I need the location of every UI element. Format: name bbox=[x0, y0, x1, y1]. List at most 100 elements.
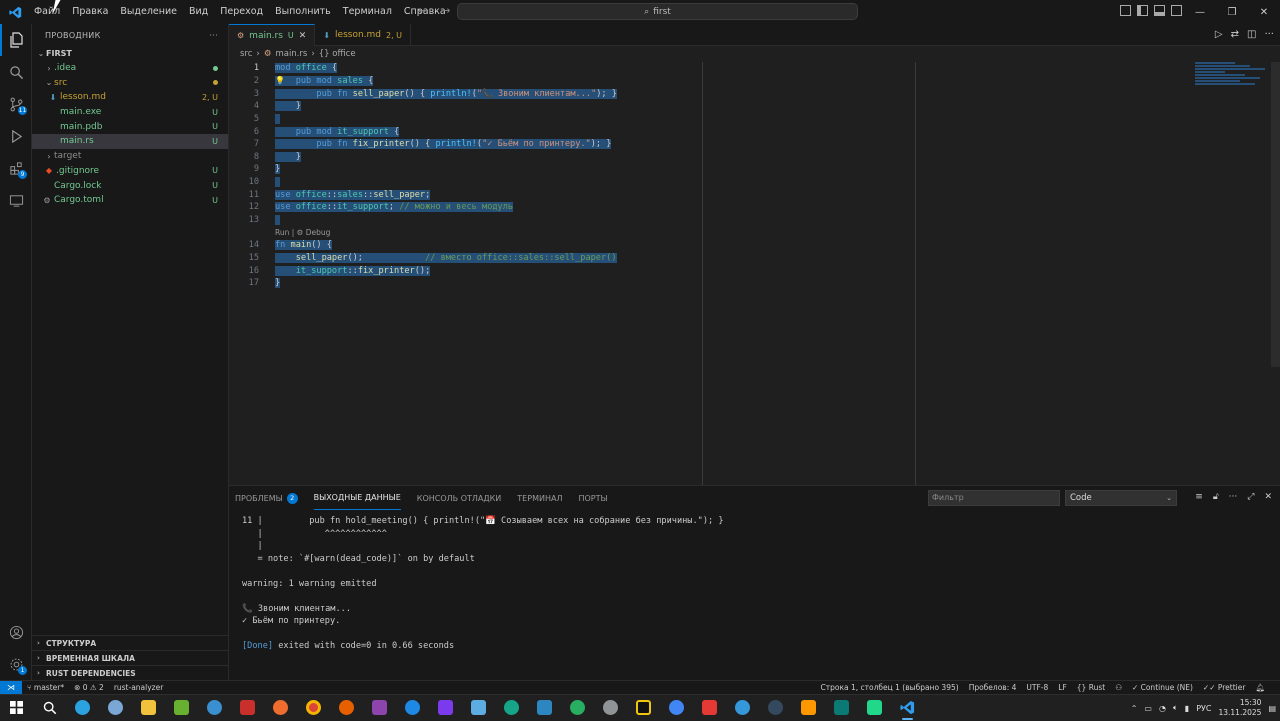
search-activity-icon[interactable] bbox=[0, 56, 32, 88]
explorer-icon[interactable] bbox=[0, 24, 32, 56]
copilot-icon[interactable]: ⚇ bbox=[1110, 683, 1127, 692]
notifications-bell-icon[interactable]: 🔔︎ bbox=[1250, 683, 1270, 692]
prettier-status[interactable]: ✓✓ Prettier bbox=[1198, 683, 1251, 692]
lock-scroll-icon[interactable]: 🔓︎ bbox=[1213, 492, 1219, 502]
volume-icon[interactable]: 🔈︎ bbox=[1173, 703, 1178, 713]
app-icon-sky[interactable] bbox=[726, 695, 759, 721]
codelens-run-debug[interactable]: Run | ⚙ Debug bbox=[229, 226, 1269, 239]
wifi-icon[interactable]: ◔ bbox=[1159, 704, 1166, 713]
encoding[interactable]: UTF-8 bbox=[1021, 683, 1053, 692]
tab-terminal[interactable]: ТЕРМИНАЛ bbox=[517, 486, 562, 510]
tree-item-idea[interactable]: › .idea bbox=[32, 61, 228, 76]
maximize-panel-icon[interactable]: ⤢ bbox=[1247, 492, 1254, 502]
clock[interactable]: 15:30 13.11.2025 bbox=[1218, 698, 1261, 718]
filezilla-icon[interactable] bbox=[231, 695, 264, 721]
back-arrow-icon[interactable]: ← bbox=[418, 4, 427, 17]
tree-item-main-exe[interactable]: main.exe U bbox=[32, 105, 228, 120]
network-tray-icon[interactable]: ▭ bbox=[1144, 704, 1152, 713]
run-icon[interactable]: ▷ bbox=[1215, 29, 1223, 40]
tree-item-gitignore[interactable]: ◆ .gitignore U bbox=[32, 164, 228, 179]
minimize-icon[interactable]: — bbox=[1184, 0, 1216, 24]
globe-app-icon[interactable] bbox=[561, 695, 594, 721]
source-control-icon[interactable]: 11 bbox=[0, 88, 32, 120]
more-actions-icon[interactable]: ··· bbox=[1229, 492, 1238, 502]
command-center-search[interactable]: ⌕ first bbox=[457, 3, 858, 20]
windows-start-icon[interactable] bbox=[0, 695, 33, 721]
manage-gear-icon[interactable]: 1 bbox=[0, 648, 32, 680]
tree-item-cargo-lock[interactable]: Cargo.lock U bbox=[32, 178, 228, 193]
lightbulb-icon[interactable]: 💡 bbox=[275, 76, 285, 85]
network-icon[interactable] bbox=[198, 695, 231, 721]
app-icon-blue[interactable] bbox=[396, 695, 429, 721]
clear-output-icon[interactable]: ≡ bbox=[1195, 492, 1203, 502]
tree-item-cargo-toml[interactable]: ⚙ Cargo.toml U bbox=[32, 193, 228, 208]
tab-main-rs[interactable]: ⚙ main.rs U ✕ bbox=[229, 24, 316, 46]
close-panel-icon[interactable]: ✕ bbox=[1264, 492, 1272, 502]
vscode-taskbar-icon[interactable] bbox=[891, 695, 924, 721]
output-filter-input[interactable]: Фильтр bbox=[928, 490, 1060, 506]
input-language[interactable]: РУС bbox=[1196, 704, 1211, 713]
edge-icon[interactable] bbox=[495, 695, 528, 721]
code-editor[interactable]: 1 mod office {2 pub mod sales {💡 3 pub fn … bbox=[229, 62, 1269, 290]
notepad-icon[interactable] bbox=[165, 695, 198, 721]
close-window-icon[interactable]: ✕ bbox=[1248, 0, 1280, 24]
indentation[interactable]: Пробелов: 4 bbox=[964, 683, 1022, 692]
editor-scrollbar[interactable] bbox=[1271, 62, 1280, 367]
folder-root[interactable]: ⌄ FIRST bbox=[32, 46, 228, 61]
section-outline[interactable]: › СТРУКТУРА bbox=[32, 635, 229, 650]
continue-status[interactable]: ✓ Continue (NE) bbox=[1127, 683, 1198, 692]
browser-icon[interactable] bbox=[99, 695, 132, 721]
tree-item-src[interactable]: ⌄ src bbox=[32, 75, 228, 90]
menu-selection[interactable]: Выделение bbox=[114, 0, 183, 24]
winamp-icon[interactable] bbox=[627, 695, 660, 721]
run-debug-icon[interactable] bbox=[0, 120, 32, 152]
chrome-icon[interactable] bbox=[297, 695, 330, 721]
minimap[interactable] bbox=[1195, 62, 1270, 88]
tray-chevron-up-icon[interactable]: ⌃ bbox=[1131, 704, 1138, 713]
more-actions-icon[interactable]: ··· bbox=[209, 31, 218, 40]
tree-item-main-rs[interactable]: main.rs U bbox=[32, 134, 228, 149]
account-icon[interactable] bbox=[0, 616, 32, 648]
tab-debug-console[interactable]: КОНСОЛЬ ОТЛАДКИ bbox=[417, 486, 502, 510]
extensions-icon[interactable]: 9 bbox=[0, 152, 32, 184]
remote-explorer-icon[interactable] bbox=[0, 184, 32, 216]
line-endings[interactable]: LF bbox=[1053, 683, 1072, 692]
breadcrumb-symbol[interactable]: {} office bbox=[319, 49, 356, 59]
telegram-icon[interactable] bbox=[66, 695, 99, 721]
sublime-icon[interactable] bbox=[792, 695, 825, 721]
rust-analyzer-status[interactable]: rust-analyzer bbox=[109, 683, 169, 692]
cursor-position[interactable]: Строка 1, столбец 1 (выбрано 395) bbox=[816, 683, 964, 692]
customize-layout-icon[interactable] bbox=[1120, 5, 1131, 16]
tab-ports[interactable]: ПОРТЫ bbox=[578, 486, 607, 510]
breadcrumb-file[interactable]: main.rs bbox=[275, 49, 307, 59]
problems-count[interactable]: ⊗ 0 ⚠ 2 bbox=[69, 683, 109, 692]
forward-arrow-icon[interactable]: → bbox=[441, 4, 450, 17]
section-rust-dependencies[interactable]: › RUST DEPENDENCIES bbox=[32, 665, 229, 680]
output-channel-select[interactable]: Code ⌄ bbox=[1065, 490, 1177, 506]
save-app-icon[interactable] bbox=[528, 695, 561, 721]
split-editor-icon[interactable]: ◫ bbox=[1247, 29, 1256, 40]
toggle-secondary-sidebar-icon[interactable] bbox=[1171, 5, 1182, 16]
toggle-sidebar-icon[interactable] bbox=[1137, 5, 1148, 16]
app-icon-light[interactable] bbox=[462, 695, 495, 721]
postman-icon[interactable] bbox=[264, 695, 297, 721]
firefox-icon[interactable] bbox=[330, 695, 363, 721]
terminal-app-icon[interactable] bbox=[825, 695, 858, 721]
file-explorer-icon[interactable] bbox=[132, 695, 165, 721]
more-actions-icon[interactable]: ··· bbox=[1264, 29, 1274, 40]
chrome-dev-icon[interactable] bbox=[660, 695, 693, 721]
pycharm-icon[interactable] bbox=[858, 695, 891, 721]
game-app-icon[interactable] bbox=[594, 695, 627, 721]
output-log[interactable]: 11 | pub fn hold_meeting() { println!("📅… bbox=[242, 515, 724, 653]
yandex-icon[interactable] bbox=[693, 695, 726, 721]
obsidian-icon[interactable] bbox=[429, 695, 462, 721]
tab-problems[interactable]: ПРОБЛЕМЫ 2 bbox=[235, 486, 298, 510]
language-mode[interactable]: {} Rust bbox=[1072, 683, 1110, 692]
toggle-panel-icon[interactable] bbox=[1154, 5, 1165, 16]
notifications-icon[interactable]: ▤ bbox=[1268, 704, 1276, 713]
tree-item-target[interactable]: › target bbox=[32, 149, 228, 164]
battery-icon[interactable]: ▮ bbox=[1185, 704, 1189, 713]
tree-item-lesson-md[interactable]: ⬇ lesson.md 2, U bbox=[32, 90, 228, 105]
security-app-icon[interactable] bbox=[759, 695, 792, 721]
menu-run[interactable]: Выполнить bbox=[269, 0, 337, 24]
